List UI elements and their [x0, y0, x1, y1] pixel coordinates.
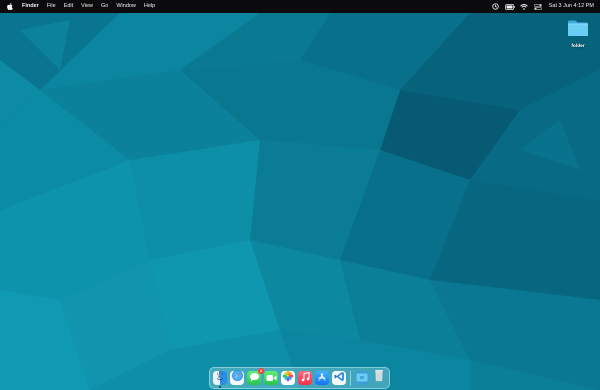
safari-icon: [231, 369, 244, 387]
dock-vscode[interactable]: [332, 371, 346, 385]
wifi-icon[interactable]: [519, 0, 529, 13]
menu-file[interactable]: File: [47, 0, 56, 13]
app-store-icon: [317, 369, 327, 387]
trash-icon: [374, 369, 384, 387]
dock-app-store[interactable]: [315, 371, 329, 385]
desktop-folder[interactable]: folder: [563, 19, 593, 49]
menu-view[interactable]: View: [81, 0, 93, 13]
apple-logo-icon[interactable]: [6, 0, 14, 13]
screen-mirroring-icon[interactable]: [491, 0, 501, 13]
dock-finder[interactable]: [213, 369, 227, 388]
menu-window[interactable]: Window: [116, 0, 136, 13]
music-icon: [301, 369, 310, 387]
vscode-icon: [334, 369, 345, 387]
folder-icon: [567, 19, 589, 42]
wallpaper: [0, 0, 600, 390]
menu-help[interactable]: Help: [144, 0, 155, 13]
dock-trash[interactable]: [372, 369, 386, 387]
finder-icon: [214, 369, 226, 387]
dock-music[interactable]: [298, 371, 312, 385]
desktop: Finder File Edit View Go Window Help Sat…: [0, 0, 600, 390]
dock-messages[interactable]: 3: [247, 368, 264, 385]
dock-facetime[interactable]: [264, 371, 278, 385]
running-indicator: [219, 386, 221, 388]
facetime-icon: [266, 369, 277, 387]
downloads-stack-icon: [356, 369, 368, 387]
photos-icon: [282, 369, 294, 387]
folder-label: folder: [571, 44, 585, 49]
dock: 3: [209, 367, 390, 389]
dock-downloads-stack[interactable]: [355, 371, 369, 385]
menu-app-finder[interactable]: Finder: [22, 0, 39, 13]
battery-icon[interactable]: [504, 0, 515, 13]
dock-safari[interactable]: [230, 369, 244, 387]
menu-go[interactable]: Go: [101, 0, 108, 13]
menu-edit[interactable]: Edit: [64, 0, 73, 13]
menu-clock[interactable]: Sat 3 Jun 4:12 PM: [549, 0, 594, 13]
dock-photos[interactable]: [281, 369, 295, 387]
menu-bar: Finder File Edit View Go Window Help Sat…: [0, 0, 600, 13]
control-center-icon[interactable]: [533, 0, 543, 13]
dock-separator: [350, 370, 351, 386]
